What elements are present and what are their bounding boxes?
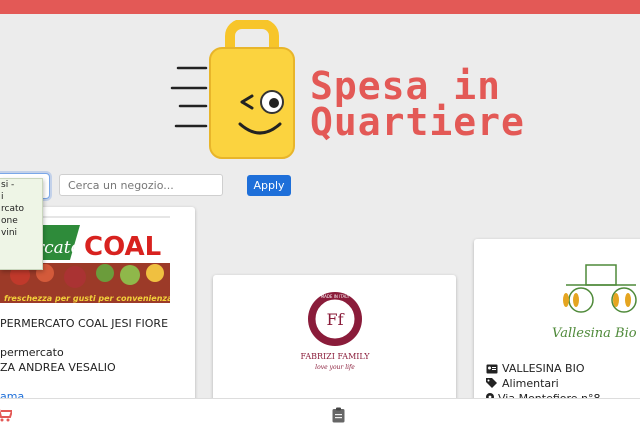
- brand-line-2: Quartiere: [310, 100, 525, 144]
- logo-tagline-text: love your life: [315, 364, 355, 371]
- dropdown-option[interactable]: rcato: [0, 203, 42, 215]
- dropdown-option[interactable]: one: [0, 215, 42, 227]
- brand-wordmark: Spesa in Quartiere: [310, 64, 525, 144]
- logo-ring-text: MADE IN ITALY: [321, 294, 350, 299]
- logo-name-text: Vallesina Bio: [552, 326, 637, 341]
- shop-search-input[interactable]: [59, 174, 223, 196]
- shop-name: PERMERCATO COAL JESI FIORE: [0, 317, 169, 330]
- dropdown-option[interactable]: vini: [0, 227, 42, 239]
- logo-monogram: Ff: [326, 310, 344, 329]
- shop-card[interactable]: MADE IN ITALY Ff FABRIZI FAMILY love you…: [213, 275, 456, 415]
- logo-name-text: FABRIZI FAMILY: [300, 352, 370, 361]
- shop-card[interactable]: Vallesina Bio VALLESINA BIO Alimentari V…: [474, 239, 640, 409]
- category-dropdown-list[interactable]: si - i rcato one vini: [0, 178, 43, 270]
- clipboard-icon[interactable]: [332, 407, 345, 423]
- dropdown-option[interactable]: i: [0, 191, 42, 203]
- fabrizi-family-logo: MADE IN ITALY Ff FABRIZI FAMILY love you…: [300, 292, 370, 371]
- apply-button[interactable]: Apply: [247, 175, 291, 196]
- cart-icon[interactable]: [0, 408, 12, 422]
- shop-category: Alimentari: [502, 377, 559, 390]
- shop-category-row: Alimentari: [486, 377, 559, 390]
- top-bar: [0, 0, 640, 14]
- shop-name-row: VALLESINA BIO: [486, 362, 584, 375]
- bottom-nav: [0, 398, 640, 432]
- tags-icon: [486, 378, 497, 388]
- brand-line-1: Spesa in: [310, 64, 502, 108]
- id-card-icon: [486, 364, 498, 373]
- shopping-bag-logo-icon: [170, 20, 295, 159]
- shop-name: VALLESINA BIO: [502, 362, 585, 375]
- vallesina-bio-logo: Vallesina Bio: [552, 264, 637, 341]
- banner-slogan-text: freschezza per gusti per convenienza: [4, 294, 170, 303]
- shop-address: ZA ANDREA VESALIO: [0, 361, 116, 374]
- dropdown-option[interactable]: si -: [0, 179, 42, 191]
- shop-category: permercato: [0, 346, 64, 359]
- banner-brand-text: COAL: [84, 232, 161, 262]
